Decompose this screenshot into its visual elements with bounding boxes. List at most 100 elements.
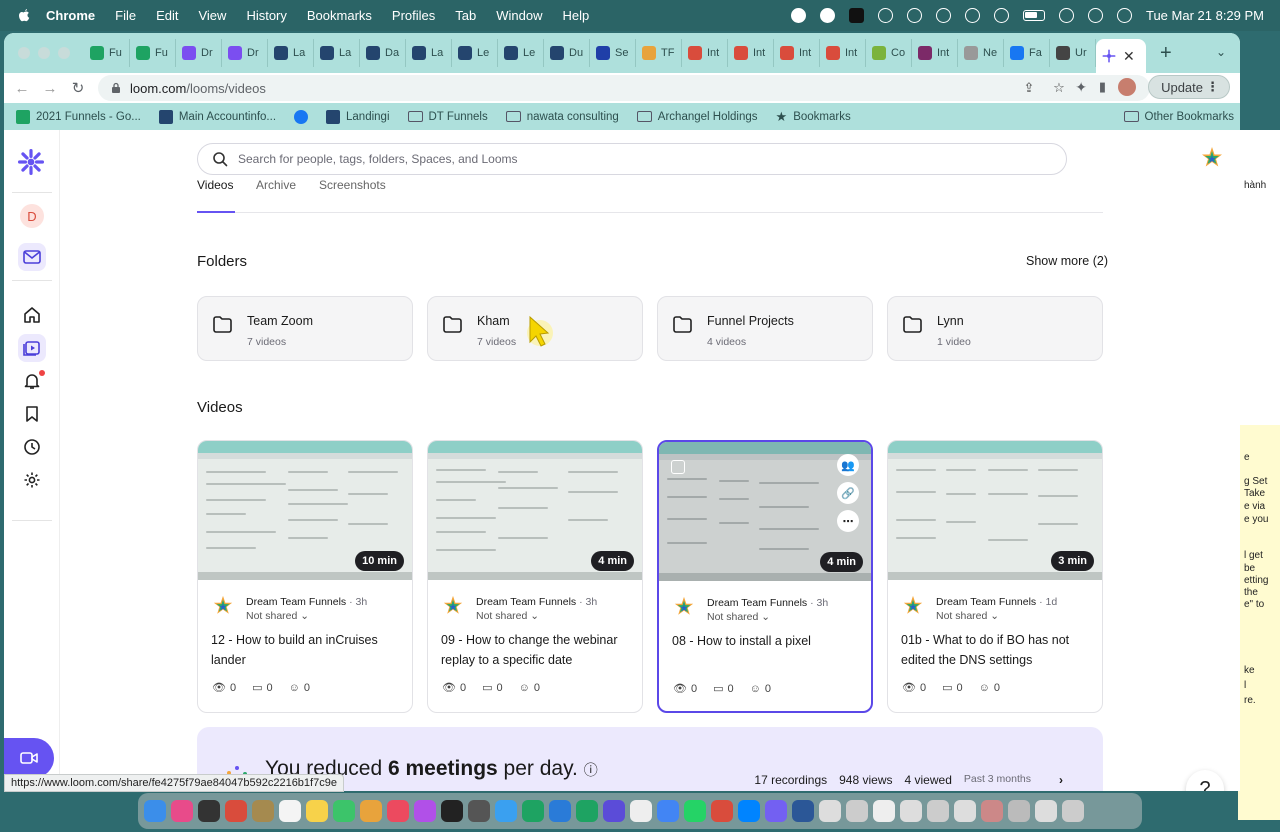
folder-card[interactable]: Funnel Projects 4 videos	[657, 296, 873, 361]
bookmark-item[interactable]: 2021 Funnels - Go...	[16, 109, 141, 124]
browser-tab[interactable]: Le	[498, 39, 544, 67]
dock-app-icon[interactable]	[171, 800, 193, 822]
share-status-dropdown[interactable]: Not shared ⌄	[246, 610, 309, 622]
video-title[interactable]: 08 - How to install a pixel	[672, 631, 859, 651]
share-icon[interactable]: ⇪	[1022, 81, 1036, 95]
browser-tab[interactable]: La	[406, 39, 452, 67]
help-button[interactable]: ?	[1186, 770, 1224, 791]
sidebar-item-history[interactable]	[18, 433, 46, 461]
more-options-icon[interactable]: ⋯	[837, 510, 859, 532]
show-more-folders-button[interactable]: Show more (2)	[1026, 254, 1108, 268]
bookmark-folder[interactable]: DT Funnels	[407, 111, 488, 123]
lock-icon[interactable]	[110, 82, 122, 94]
menu-profiles[interactable]: Profiles	[392, 8, 435, 23]
tab-loom-active[interactable]: ✕	[1096, 39, 1146, 73]
browser-tab[interactable]: Fu	[130, 39, 176, 67]
dock-app-icon[interactable]	[1008, 800, 1030, 822]
share-status-dropdown[interactable]: Not shared ⌄	[476, 610, 539, 622]
browser-tab[interactable]: Int	[728, 39, 774, 67]
screen-record-icon[interactable]	[877, 8, 893, 23]
update-button[interactable]: Update ⋮	[1148, 75, 1230, 99]
chevron-right-icon[interactable]: ›	[1059, 773, 1063, 787]
sidebar-item-inbox[interactable]	[18, 243, 46, 271]
bookmark-item[interactable]: Landingi	[326, 109, 390, 124]
folder-card[interactable]: Lynn 1 video	[887, 296, 1103, 361]
sidebar-item-bookmarks[interactable]	[18, 400, 46, 428]
browser-tab[interactable]: Co	[866, 39, 912, 67]
video-card[interactable]: 3 min Dream Team Funnels · 1d Not shared…	[887, 440, 1103, 713]
zoom-window-button[interactable]	[58, 47, 70, 59]
menu-help[interactable]: Help	[563, 8, 590, 23]
settings-gear-icon[interactable]	[790, 8, 806, 23]
skype-icon[interactable]	[819, 8, 835, 23]
browser-tab[interactable]: TF	[636, 39, 682, 67]
close-tab-icon[interactable]: ✕	[1123, 48, 1135, 65]
browser-tab[interactable]: La	[314, 39, 360, 67]
creator-avatar-icon[interactable]	[673, 596, 695, 618]
dock-app-icon[interactable]	[900, 800, 922, 822]
browser-tab[interactable]: Int	[682, 39, 728, 67]
bookmark-star-icon[interactable]: ☆	[1052, 81, 1066, 95]
video-title[interactable]: 12 - How to build an inCruises lander	[211, 630, 400, 670]
loom-logo-icon[interactable]	[17, 148, 45, 176]
dock-app-icon[interactable]	[414, 800, 436, 822]
dock-app-icon[interactable]	[468, 800, 490, 822]
bookmark-folder[interactable]: Archangel Holdings	[636, 111, 758, 123]
search-input[interactable]: Search for people, tags, folders, Spaces…	[197, 143, 1067, 175]
profile-avatar[interactable]	[1118, 78, 1137, 96]
dock-app-icon[interactable]	[954, 800, 976, 822]
browser-tab[interactable]: Int	[820, 39, 866, 67]
bookmark-folder[interactable]: nawata consulting	[505, 111, 619, 123]
dock-app-icon[interactable]	[792, 800, 814, 822]
minimize-window-button[interactable]	[38, 47, 50, 59]
browser-tab[interactable]: Dr	[222, 39, 268, 67]
extensions-puzzle-icon[interactable]: ✦	[1075, 79, 1087, 96]
menu-window[interactable]: Window	[496, 8, 542, 23]
dock-app-icon[interactable]	[630, 800, 652, 822]
video-thumbnail[interactable]: 10 min	[198, 441, 412, 580]
sidebar-item-library[interactable]	[18, 334, 46, 362]
browser-tab[interactable]: Int	[912, 39, 958, 67]
creator-name[interactable]: Dream Team Funnels · 3h	[246, 596, 367, 608]
dock-app-icon[interactable]	[711, 800, 733, 822]
browser-tab[interactable]: Dr	[176, 39, 222, 67]
menu-bookmarks[interactable]: Bookmarks	[307, 8, 372, 23]
browser-tab[interactable]: Ur	[1050, 39, 1096, 67]
creator-name[interactable]: Dream Team Funnels · 3h	[707, 597, 828, 609]
browser-tab[interactable]: Fa	[1004, 39, 1050, 67]
video-card[interactable]: 4 min Dream Team Funnels · 3h Not shared…	[427, 440, 643, 713]
folder-card[interactable]: Team Zoom 7 videos	[197, 296, 413, 361]
dock-app-icon[interactable]	[522, 800, 544, 822]
dock-app-icon[interactable]	[819, 800, 841, 822]
copy-link-icon[interactable]: 🔗	[837, 482, 859, 504]
dock-app-icon[interactable]	[306, 800, 328, 822]
creator-avatar-icon[interactable]	[902, 595, 924, 617]
video-thumbnail[interactable]: 4 min	[428, 441, 642, 580]
dock-app-icon[interactable]	[738, 800, 760, 822]
dock-app-icon[interactable]	[1062, 800, 1084, 822]
dock-app-icon[interactable]	[279, 800, 301, 822]
dock-app-icon[interactable]	[765, 800, 787, 822]
new-tab-button[interactable]: +	[1160, 42, 1172, 65]
dock-app-icon[interactable]	[1035, 800, 1057, 822]
forward-button[interactable]: →	[40, 80, 60, 97]
apple-icon[interactable]	[16, 8, 32, 24]
address-bar[interactable]: loom.com/looms/videos ⇪ ☆	[98, 75, 1150, 101]
tab-archive[interactable]: Archive	[256, 178, 296, 192]
select-checkbox[interactable]	[671, 460, 685, 474]
record-video-button[interactable]	[4, 738, 54, 778]
moon-icon[interactable]	[935, 8, 951, 23]
dock-app-icon[interactable]	[333, 800, 355, 822]
bookmark-item[interactable]	[294, 109, 309, 124]
dock-app-icon[interactable]	[198, 800, 220, 822]
share-status-dropdown[interactable]: Not shared ⌄	[936, 610, 999, 622]
video-title[interactable]: 01b - What to do if BO has not edited th…	[901, 630, 1090, 670]
dock-app-icon[interactable]	[981, 800, 1003, 822]
creator-name[interactable]: Dream Team Funnels · 1d	[936, 596, 1057, 608]
dock-app-icon[interactable]	[684, 800, 706, 822]
dock-app-icon[interactable]	[657, 800, 679, 822]
dock-app-icon[interactable]	[144, 800, 166, 822]
info-icon[interactable]: ⓘ	[584, 762, 598, 778]
browser-tab[interactable]: Ne	[958, 39, 1004, 67]
creator-name[interactable]: Dream Team Funnels · 3h	[476, 596, 597, 608]
